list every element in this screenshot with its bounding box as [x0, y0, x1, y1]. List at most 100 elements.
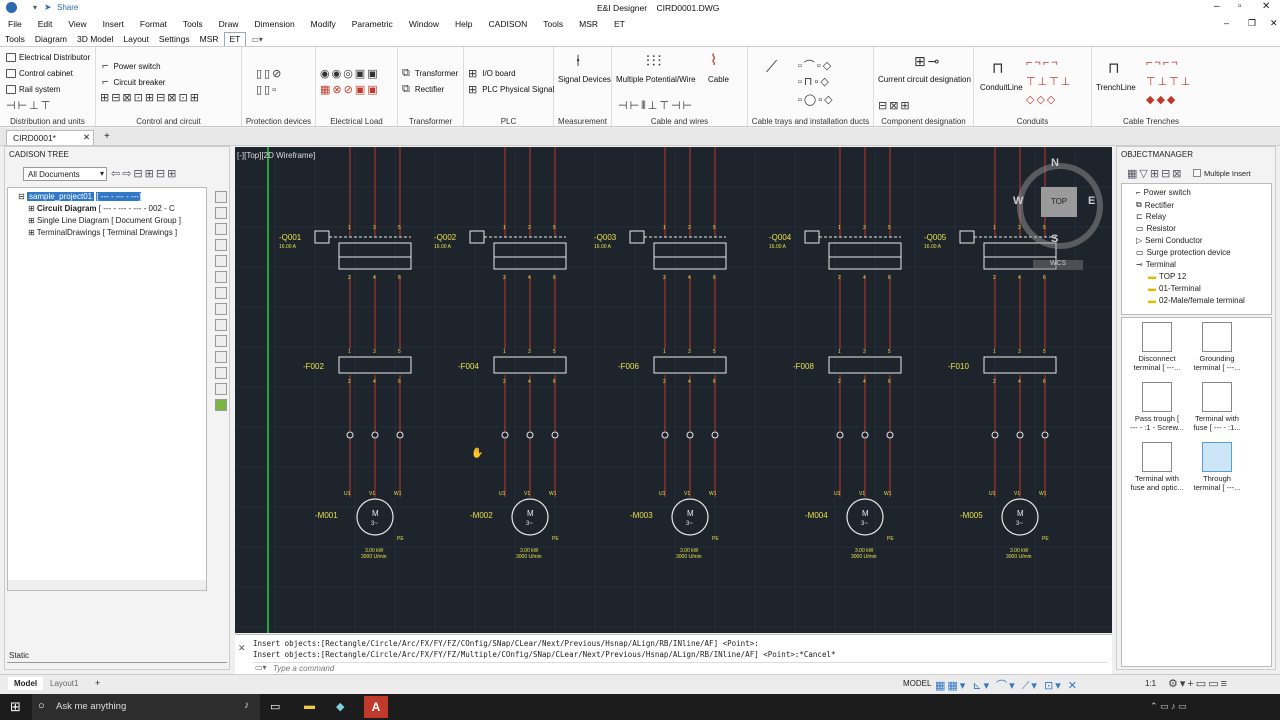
phase-label[interactable]: V1 [524, 491, 530, 497]
terminal-number[interactable]: 5 [888, 225, 891, 231]
terminal-number[interactable]: 1 [503, 225, 506, 231]
breaker-actuator[interactable] [804, 230, 820, 244]
schematic-drawing[interactable]: -Q00116.00 A-F0021212U13434V15656W1M3~-M… [235, 147, 1112, 633]
file-explorer-icon[interactable]: ▬ [304, 700, 315, 712]
motor-label[interactable]: -M003 [630, 511, 653, 520]
object-row-02-terminal[interactable]: ▬ 02-Male/female terminal [1148, 296, 1245, 305]
app-icon[interactable] [6, 2, 17, 13]
terminal-number[interactable]: 3 [528, 349, 531, 355]
control-tool-icons[interactable]: ⊞⊟⊠⊡⊞⊟⊠⊡⊞ [100, 91, 201, 104]
phase-label[interactable]: V1 [369, 491, 375, 497]
motor-symbol[interactable]: M [372, 509, 379, 518]
tab-diagram[interactable]: Diagram [30, 34, 72, 44]
pe-label[interactable]: PE [1042, 536, 1049, 542]
breaker-actuator[interactable] [629, 230, 645, 244]
terminal-number[interactable]: 4 [1018, 275, 1021, 281]
terminal-number[interactable]: 2 [348, 275, 351, 281]
menu-tools-2[interactable]: Tools [535, 19, 571, 29]
motor-sub[interactable]: 3~ [686, 521, 693, 527]
tree-tool-button[interactable] [215, 239, 227, 251]
menu-view[interactable]: View [60, 19, 94, 29]
tree-toolbar-icons[interactable]: ⇦⇨⊟⊞⊟⊞ [111, 167, 178, 180]
qat-dropdown-icon[interactable]: ▾ [33, 3, 37, 12]
motor-symbol[interactable]: M [862, 509, 869, 518]
terminal-number[interactable]: 1 [503, 349, 506, 355]
terminal-number[interactable]: 6 [888, 379, 891, 385]
fuse-label[interactable]: -F008 [793, 362, 814, 371]
terminal-number[interactable]: 1 [663, 225, 666, 231]
rectifier-button[interactable]: ⧉ Rectifier [402, 83, 444, 96]
add-layout-icon[interactable]: + [95, 678, 100, 688]
terminal-number[interactable]: 6 [553, 379, 556, 385]
fuse-label[interactable]: -F010 [948, 362, 969, 371]
command-prompt-icon[interactable]: ▭▾ [255, 663, 267, 672]
terminal-number[interactable]: 1 [993, 349, 996, 355]
motor-symbol[interactable]: M [527, 509, 534, 518]
tree-tool-button[interactable] [215, 335, 227, 347]
signal-devices-button[interactable]: Signal Devices [558, 75, 611, 84]
annotation-scale[interactable]: 1:1 [1145, 679, 1156, 688]
tree-row-terminal-drawings[interactable]: ⊞ TerminalDrawings [ Terminal Drawings ] [28, 228, 177, 237]
menu-file[interactable]: File [0, 19, 30, 29]
terminal-number[interactable]: 5 [713, 225, 716, 231]
tree-tool-button[interactable] [215, 383, 227, 395]
breaker-rating[interactable]: 16.00 A [924, 244, 942, 250]
task-view-icon[interactable]: ▭ [270, 700, 280, 713]
load-icons-bottom[interactable]: ▦⊗⊘▣▣ [320, 83, 380, 96]
terminal-point[interactable] [686, 431, 694, 439]
menu-msr[interactable]: MSR [571, 19, 606, 29]
motor-symbol[interactable]: M [687, 509, 694, 518]
breaker-label[interactable]: -Q005 [924, 233, 947, 242]
motor-speed[interactable]: 3000 U/min [361, 554, 387, 560]
terminal-number[interactable]: 6 [888, 275, 891, 281]
phase-label[interactable]: V1 [1014, 491, 1020, 497]
motor-sub[interactable]: 3~ [861, 521, 868, 527]
motor-label[interactable]: -M004 [805, 511, 828, 520]
terminal-point[interactable] [861, 431, 869, 439]
tile-terminal-fuse[interactable]: Terminal with fuse [ --- - :1... [1186, 382, 1248, 440]
terminal-number[interactable]: 5 [1043, 349, 1046, 355]
terminal-point[interactable] [836, 431, 844, 439]
tray-icons-row2[interactable]: ▫⊓▫◇ [798, 75, 831, 88]
terminal-number[interactable]: 3 [863, 225, 866, 231]
properties-field[interactable]: Static [7, 649, 227, 663]
motor-label[interactable]: -M005 [960, 511, 983, 520]
status-toggle-icons[interactable]: ▦▦▾ ⊾▾ ⌒▾ ⟋▾ ⊡▾ ✕ [935, 677, 1079, 693]
pe-label[interactable]: PE [712, 536, 719, 542]
menu-format[interactable]: Format [132, 19, 175, 29]
doc-minimize-icon[interactable]: – [1216, 18, 1237, 28]
terminal-number[interactable]: 4 [688, 275, 691, 281]
breaker-box[interactable] [828, 242, 902, 258]
terminal-number[interactable]: 1 [348, 225, 351, 231]
tab-model[interactable]: Model [8, 677, 44, 690]
app-icon[interactable]: ◆ [336, 700, 344, 713]
expand-icon[interactable]: ⊞ [28, 204, 35, 213]
panel-label-transformer[interactable]: Transformer [398, 117, 463, 126]
phase-label[interactable]: U1 [989, 491, 996, 497]
breaker-rating[interactable]: 16.00 A [434, 244, 452, 250]
terminal-number[interactable]: 2 [993, 379, 996, 385]
multiple-insert-checkbox[interactable] [1193, 169, 1201, 177]
terminal-number[interactable]: 5 [553, 225, 556, 231]
motor-label[interactable]: -M001 [315, 511, 338, 520]
terminal-number[interactable]: 3 [373, 225, 376, 231]
phase-label[interactable]: U1 [659, 491, 666, 497]
power-switch-button[interactable]: ⌐ Power switch [102, 60, 161, 72]
motor-speed[interactable]: 3000 U/min [1006, 554, 1032, 560]
motor-sub[interactable]: 3~ [1016, 521, 1023, 527]
terminal-point[interactable] [371, 431, 379, 439]
terminal-number[interactable]: 5 [713, 349, 716, 355]
motor-speed[interactable]: 3000 U/min [516, 554, 542, 560]
tile-through-terminal[interactable]: Through terminal [ ---... [1186, 442, 1248, 500]
motor-speed[interactable]: 3000 U/min [851, 554, 877, 560]
distribution-tool-icons[interactable]: ⊣⊢⊥⊤ [6, 99, 52, 112]
phase-label[interactable]: W1 [549, 491, 557, 497]
tab-3d-model[interactable]: 3D Model [72, 34, 118, 44]
phase-label[interactable]: W1 [884, 491, 892, 497]
terminal-number[interactable]: 5 [398, 225, 401, 231]
expand-icon[interactable]: ⊞ [28, 228, 35, 237]
phase-label[interactable]: W1 [709, 491, 717, 497]
phase-label[interactable]: W1 [1039, 491, 1047, 497]
phase-label[interactable]: U1 [344, 491, 351, 497]
terminal-point[interactable] [661, 431, 669, 439]
